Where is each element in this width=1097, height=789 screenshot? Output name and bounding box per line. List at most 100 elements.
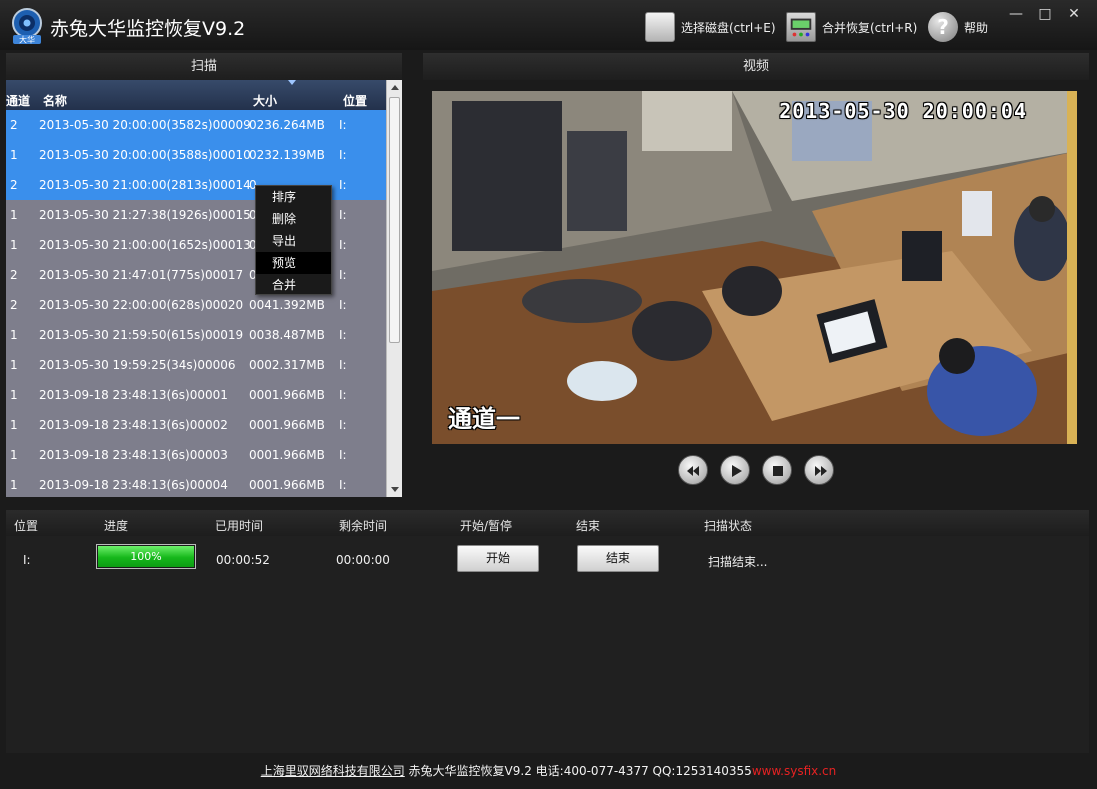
context-menu-item[interactable]: 排序 — [256, 186, 331, 208]
row-channel: 1 — [10, 148, 18, 162]
scroll-down-icon[interactable] — [391, 487, 399, 492]
row-position: I: — [339, 388, 347, 402]
row-size: 0236.264MB — [249, 118, 325, 132]
task-elapsed: 00:00:52 — [216, 553, 270, 567]
row-channel: 2 — [10, 118, 18, 132]
row-size: 0041.392MB — [249, 298, 325, 312]
scan-status: 扫描结束... — [708, 555, 768, 569]
video-panel-title: 视频 — [423, 53, 1089, 80]
row-size: 0001.966MB — [249, 418, 325, 432]
row-name: 2013-09-18 23:48:13(6s)00002 — [39, 418, 228, 432]
row-channel: 1 — [10, 328, 18, 342]
row-size: 0001.966MB — [249, 388, 325, 402]
col-channel[interactable]: 通道 — [6, 92, 30, 109]
file-list[interactable]: 通道 名称 大小 位置 2 2013-05-30 20:00:00(3582s)0… — [6, 80, 402, 497]
row-name: 2013-05-30 21:47:01(775s)00017 — [39, 268, 244, 282]
task-header: 位置 进度 已用时间 剩余时间 开始/暂停 结束 扫描状态 — [6, 510, 1089, 536]
app-logo-icon: 大华 — [12, 8, 42, 45]
table-row[interactable]: 1 2013-09-18 23:48:13(6s)00001 0001.966MB I… — [6, 380, 388, 410]
end-button[interactable]: 结束 — [577, 545, 659, 572]
select-disk-label: 选择磁盘(ctrl+E) — [681, 20, 776, 35]
rewind-button[interactable] — [678, 455, 708, 485]
row-position: I: — [339, 478, 347, 492]
row-position: I: — [339, 328, 347, 342]
play-icon — [732, 465, 742, 477]
context-menu: 排序 删除 导出 预览 合并 — [255, 185, 332, 295]
table-row[interactable]: 1 2013-05-30 21:59:50(615s)00019 0038.487M… — [6, 320, 388, 350]
help-label: 帮助 — [964, 20, 989, 35]
col-name[interactable]: 名称 — [43, 92, 67, 109]
osd-timestamp: 2013-05-30 20:00:04 — [779, 99, 1027, 123]
list-scrollbar[interactable] — [386, 80, 402, 497]
row-channel: 1 — [10, 208, 18, 222]
footer-url-link[interactable]: www.sysfix.cn — [752, 764, 836, 778]
row-channel: 2 — [10, 178, 18, 192]
logo-text: 大华 — [19, 35, 35, 45]
merge-recover-button[interactable]: 合并恢复(ctrl+R) — [786, 10, 917, 44]
row-name: 2013-05-30 20:00:00(3582s)00009 — [39, 118, 251, 132]
row-name: 2013-09-18 23:48:13(6s)00003 — [39, 448, 228, 462]
row-position: I: — [339, 298, 347, 312]
minimize-button[interactable]: — — [1003, 4, 1029, 24]
table-row[interactable]: 1 2013-09-18 23:48:13(6s)00004 0001.966MB I… — [6, 470, 388, 497]
row-position: I: — [339, 118, 347, 132]
row-name: 2013-05-30 21:00:00(1652s)00013 — [39, 238, 251, 252]
stop-icon — [773, 466, 783, 476]
close-button[interactable]: ✕ — [1061, 4, 1087, 24]
row-name: 2013-05-30 22:00:00(628s)00020 — [39, 298, 244, 312]
table-row[interactable]: 1 2013-05-30 20:00:00(3588s)00010 0232.139… — [6, 140, 388, 170]
select-disk-button[interactable]: 选择磁盘(ctrl+E) — [645, 10, 776, 44]
row-name: 2013-09-18 23:48:13(6s)00001 — [39, 388, 228, 402]
row-channel: 1 — [10, 358, 18, 372]
task-col-remaining: 剩余时间 — [339, 519, 388, 533]
sort-arrow-icon — [288, 80, 296, 85]
context-menu-item[interactable]: 合并 — [256, 274, 331, 296]
task-col-progress: 进度 — [104, 519, 129, 533]
table-row[interactable]: 1 2013-09-18 23:48:13(6s)00003 0001.966MB I… — [6, 440, 388, 470]
fast-forward-button[interactable] — [804, 455, 834, 485]
table-row[interactable]: 1 2013-09-18 23:48:13(6s)00002 0001.966MB I… — [6, 410, 388, 440]
row-channel: 2 — [10, 298, 18, 312]
task-col-status: 扫描状态 — [704, 519, 753, 533]
app-title: 赤兔大华监控恢复V9.2 — [50, 18, 246, 40]
row-position: I: — [339, 358, 347, 372]
row-name: 2013-05-30 21:27:38(1926s)00015 — [39, 208, 251, 222]
context-menu-item[interactable]: 导出 — [256, 230, 331, 252]
help-button[interactable]: ? 帮助 — [928, 10, 988, 44]
scan-progress-bar: 100% — [96, 544, 196, 569]
start-button[interactable]: 开始 — [457, 545, 539, 572]
task-remaining: 00:00:00 — [336, 553, 390, 567]
scroll-up-icon[interactable] — [391, 85, 399, 90]
row-size: 0001.966MB — [249, 448, 325, 462]
task-col-position: 位置 — [14, 519, 39, 533]
scroll-thumb[interactable] — [389, 97, 400, 343]
row-position: I: — [339, 178, 347, 192]
row-position: I: — [339, 418, 347, 432]
row-name: 2013-05-30 21:00:00(2813s)00014 — [39, 178, 251, 192]
title-bar: 大华 赤兔大华监控恢复V9.2 选择磁盘(ctrl+E) 合并恢复(ctrl+R… — [0, 0, 1097, 50]
row-size: 0232.139MB — [249, 148, 325, 162]
task-position: I: — [23, 553, 31, 567]
col-position[interactable]: 位置 — [343, 92, 367, 109]
col-size[interactable]: 大小 — [253, 92, 277, 109]
play-button[interactable] — [720, 455, 750, 485]
row-position: I: — [339, 238, 347, 252]
row-channel: 1 — [10, 448, 18, 462]
row-channel: 1 — [10, 388, 18, 402]
table-row[interactable]: 1 2013-05-30 19:59:25(34s)00006 0002.317MB… — [6, 350, 388, 380]
context-menu-item[interactable]: 删除 — [256, 208, 331, 230]
merge-icon — [786, 12, 816, 42]
rewind-icon — [687, 466, 699, 476]
footer-company-link[interactable]: 上海里驭网络科技有限公司 — [261, 764, 405, 778]
row-name: 2013-09-18 23:48:13(6s)00004 — [39, 478, 228, 492]
row-channel: 1 — [10, 238, 18, 252]
footer: 上海里驭网络科技有限公司 赤兔大华监控恢复V9.2 电话:400-077-437… — [0, 762, 1097, 786]
stop-button[interactable] — [762, 455, 792, 485]
row-position: I: — [339, 268, 347, 282]
task-col-start-pause: 开始/暂停 — [460, 519, 513, 533]
table-row[interactable]: 2 2013-05-30 20:00:00(3582s)00009 0236.264… — [6, 110, 388, 140]
task-area: I: 100% 00:00:52 00:00:00 开始 结束 扫描结束... — [6, 536, 1089, 753]
maximize-button[interactable]: □ — [1032, 4, 1058, 24]
merge-recover-label: 合并恢复(ctrl+R) — [822, 20, 918, 35]
context-menu-item[interactable]: 预览 — [256, 252, 331, 274]
